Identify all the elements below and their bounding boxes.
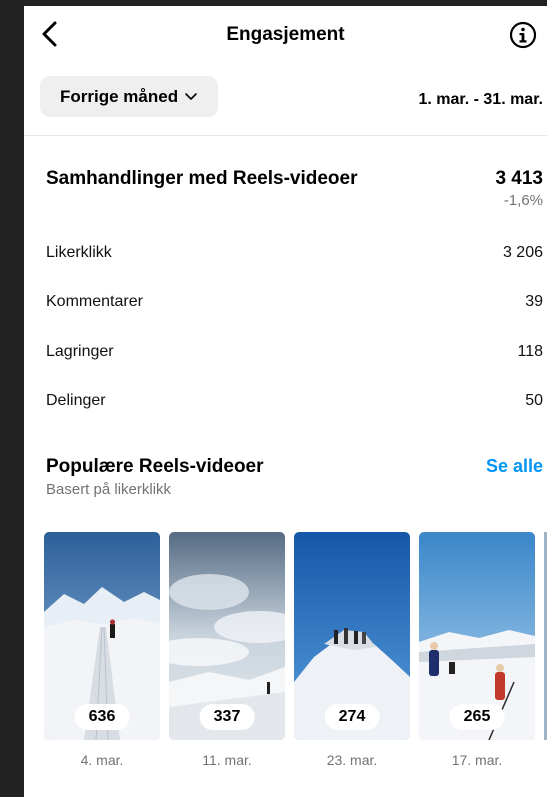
- metric-value: 3 206: [502, 244, 543, 261]
- reel-like-count: 265: [449, 704, 505, 730]
- metric-label: Likerklikk: [46, 244, 112, 261]
- reel-thumbnail[interactable]: 265: [419, 532, 535, 740]
- engagement-screen: Engasjement Forrige måned 1. mar. - 31. …: [24, 6, 547, 797]
- period-label: Forrige måned: [60, 86, 179, 106]
- metric-label: Kommentarer: [46, 293, 143, 310]
- metric-value: 50: [525, 392, 543, 409]
- reel-thumbnail[interactable]: 636: [44, 532, 160, 740]
- metric-label: Delinger: [46, 392, 106, 409]
- section-title: Populære Reels-videoer: [46, 456, 264, 477]
- reel-date: 23. mar.: [326, 752, 378, 768]
- page-title: Engasjement: [226, 24, 345, 45]
- metric-value: 118: [517, 343, 543, 360]
- reels-carousel: 636 337 274 265 4. mar. 11. mar. 23. mar…: [44, 532, 547, 782]
- metric-row-saves: Lagringer 118: [46, 343, 543, 365]
- reel-like-count: 636: [74, 704, 130, 730]
- metric-value: 39: [525, 293, 543, 310]
- left-margin: [0, 0, 24, 797]
- summary-total: 3 413: [495, 168, 543, 189]
- nav-bar: Engasjement: [24, 6, 547, 62]
- reel-date: 11. mar.: [202, 752, 252, 768]
- metric-label: Lagringer: [46, 343, 114, 360]
- metric-row-likes: Likerklikk 3 206: [46, 244, 543, 266]
- chevron-down-icon: [185, 92, 197, 100]
- see-all-link[interactable]: Se alle: [486, 456, 543, 477]
- summary-change: -1,6%: [503, 192, 543, 209]
- info-circle-icon[interactable]: [509, 21, 537, 49]
- reel-date: 17. mar.: [451, 752, 503, 768]
- date-range: 1. mar. - 31. mar.: [418, 91, 543, 108]
- reel-date: 4. mar.: [80, 752, 124, 768]
- reel-thumbnail[interactable]: 274: [294, 532, 410, 740]
- metric-row-shares: Delinger 50: [46, 392, 543, 414]
- filter-bar: Forrige måned 1. mar. - 31. mar.: [24, 62, 547, 136]
- reel-like-count: 337: [199, 704, 255, 730]
- metric-row-comments: Kommentarer 39: [46, 293, 543, 315]
- summary-label: Samhandlinger med Reels-videoer: [46, 168, 358, 189]
- reel-like-count: 274: [324, 704, 380, 730]
- period-dropdown[interactable]: Forrige måned: [40, 76, 219, 117]
- section-subtitle: Basert på likerklikk: [46, 481, 172, 498]
- reel-thumbnail[interactable]: 337: [169, 532, 285, 740]
